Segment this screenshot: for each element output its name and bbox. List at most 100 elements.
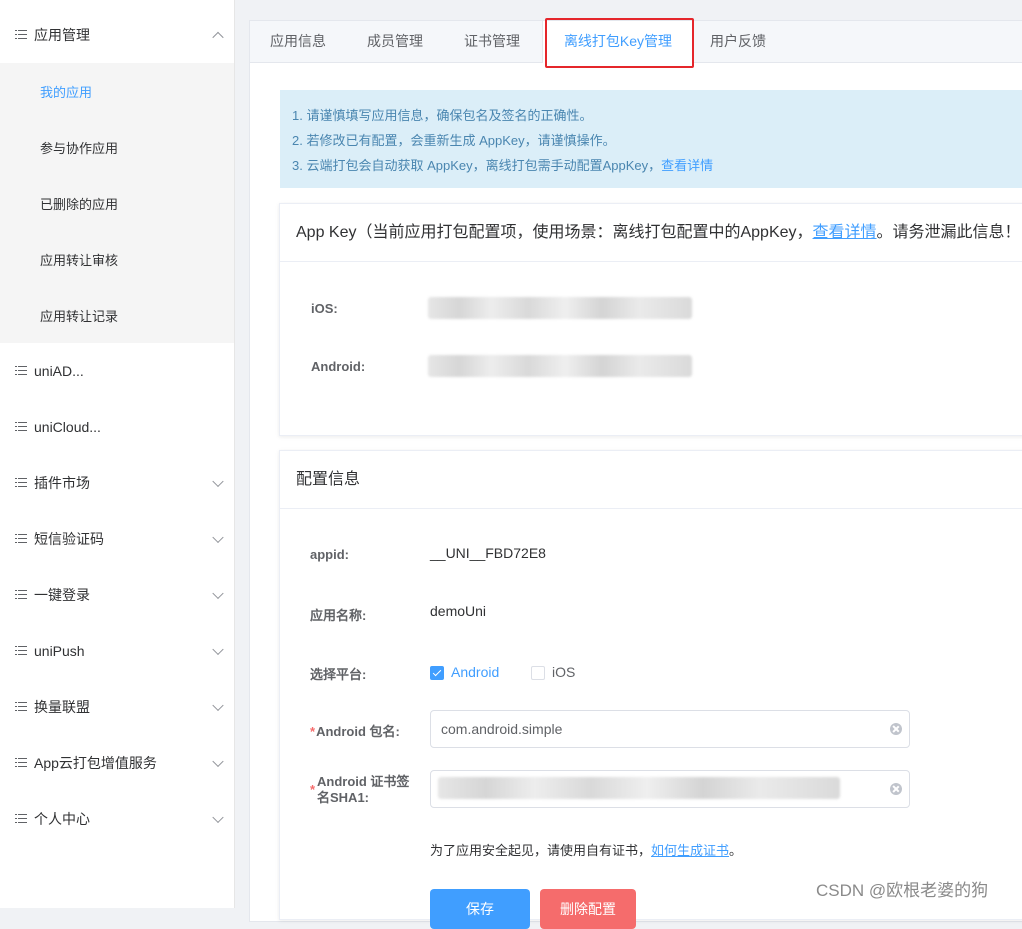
menu-plugin-market[interactable]: 插件市场 <box>0 455 234 511</box>
appid-value: __UNI__FBD72E8 <box>430 545 546 561</box>
menu-list-icon <box>15 646 27 656</box>
menu-list-icon <box>15 702 27 712</box>
watermark: CSDN @欧根老婆的狗 <box>816 881 989 900</box>
ios-key-label: iOS: <box>311 301 338 316</box>
sidebar: 应用管理 我的应用 参与协作应用 已删除的应用 应用转让审核 应用转让记录 un… <box>0 0 235 908</box>
appkey-title-suffix: 。请务泄漏此信息！ <box>876 224 1021 241</box>
menu-label: App云打包增值服务 <box>34 755 157 771</box>
chevron-down-icon <box>212 475 224 488</box>
package-label-text: Android 包名: <box>316 724 400 739</box>
tab-members[interactable]: 成员管理 <box>367 21 423 62</box>
menu-cloud-build-services[interactable]: App云打包增值服务 <box>0 735 234 791</box>
appid-label: appid: <box>310 547 349 562</box>
package-name-input[interactable]: com.android.simple <box>430 710 910 748</box>
platform-label: 选择平台: <box>310 667 367 682</box>
menu-label: 短信验证码 <box>34 531 104 547</box>
ios-checkbox-label[interactable]: iOS <box>552 664 575 680</box>
menu-unipush[interactable]: uniPush <box>0 623 234 679</box>
submenu-label: 已删除的应用 <box>40 196 119 212</box>
app-submenu: 我的应用 参与协作应用 已删除的应用 应用转让审核 应用转让记录 <box>0 63 234 343</box>
menu-traffic-alliance[interactable]: 换量联盟 <box>0 679 234 735</box>
menu-label: 换量联盟 <box>34 699 90 715</box>
android-key-label: Android: <box>311 359 366 374</box>
chevron-down-icon <box>212 699 224 712</box>
app-name-label: 应用名称: <box>310 608 367 623</box>
appkey-details-link[interactable]: 查看详情 <box>813 224 877 241</box>
menu-list-icon <box>15 422 27 432</box>
delete-config-button[interactable]: 删除配置 <box>540 889 636 929</box>
package-label: *Android 包名: <box>310 721 400 740</box>
ios-key-redacted <box>428 297 692 319</box>
menu-label: uniCloud... <box>34 419 101 435</box>
appkey-title-text: App Key（当前应用打包配置项，使用场景：离线打包配置中的AppKey， <box>296 224 813 241</box>
submenu-label: 应用转让审核 <box>40 252 119 268</box>
menu-label: 一键登录 <box>34 587 90 603</box>
appkey-card: App Key（当前应用打包配置项，使用场景：离线打包配置中的AppKey，查看… <box>279 203 1022 436</box>
clear-icon[interactable] <box>890 783 902 795</box>
tab-app-info[interactable]: 应用信息 <box>270 21 326 62</box>
notice-line-1: 1. 请谨慎填写应用信息，确保包名及签名的正确性。 <box>292 108 593 123</box>
notice-details-link[interactable]: 查看详情 <box>661 158 713 173</box>
tab-feedback[interactable]: 用户反馈 <box>710 21 766 62</box>
menu-uniad[interactable]: uniAD... <box>0 343 234 399</box>
generate-cert-link[interactable]: 如何生成证书 <box>651 843 729 858</box>
menu-sms-code[interactable]: 短信验证码 <box>0 511 234 567</box>
android-checkbox[interactable] <box>430 666 444 680</box>
chevron-down-icon <box>212 587 224 600</box>
menu-one-click-login[interactable]: 一键登录 <box>0 567 234 623</box>
submenu-my-apps[interactable]: 我的应用 <box>0 63 234 119</box>
menu-personal-center[interactable]: 个人中心 <box>0 791 234 847</box>
menu-label: uniAD... <box>34 363 84 379</box>
menu-list-icon <box>15 366 27 376</box>
certificate-hint: 为了应用安全起见，请使用自有证书，如何生成证书。 <box>430 840 742 859</box>
app-name-value: demoUni <box>430 603 487 619</box>
notice-line-3: 3. 云端打包会自动获取 AppKey，离线打包需手动配置AppKey，查看详情 <box>292 155 713 174</box>
chevron-down-icon <box>212 755 224 768</box>
required-mark: * <box>310 724 316 739</box>
submenu-deleted-apps[interactable]: 已删除的应用 <box>0 175 234 231</box>
submenu-collab-apps[interactable]: 参与协作应用 <box>0 119 234 175</box>
menu-app-management[interactable]: 应用管理 <box>0 7 234 63</box>
clear-icon[interactable] <box>890 723 902 735</box>
submenu-label: 我的应用 <box>40 84 93 100</box>
sha1-label: * Android 证书签 名SHA1: <box>310 774 409 806</box>
chevron-down-icon <box>212 643 224 656</box>
menu-label: 个人中心 <box>34 811 90 827</box>
chevron-up-icon <box>212 31 224 44</box>
menu-list-icon <box>15 814 27 824</box>
tab-certificates[interactable]: 证书管理 <box>464 21 520 62</box>
menu-label: 插件市场 <box>34 475 90 491</box>
hint-text: 为了应用安全起见，请使用自有证书， <box>430 843 652 858</box>
highlight-box <box>545 18 694 68</box>
menu-unicloud[interactable]: uniCloud... <box>0 399 234 455</box>
menu-label: 应用管理 <box>34 27 90 43</box>
card-header: 配置信息 <box>280 451 1022 509</box>
save-button[interactable]: 保存 <box>430 889 530 929</box>
sha1-label-line-1: Android 证书签 <box>317 774 410 789</box>
submenu-transfer-review[interactable]: 应用转让审核 <box>0 231 234 287</box>
card-header: App Key（当前应用打包配置项，使用场景：离线打包配置中的AppKey，查看… <box>280 204 1022 262</box>
notice-line-2: 2. 若修改已有配置，会重新生成 AppKey，请谨慎操作。 <box>292 133 616 148</box>
notice-box: 1. 请谨慎填写应用信息，确保包名及签名的正确性。 2. 若修改已有配置，会重新… <box>280 90 1022 188</box>
required-mark: * <box>310 782 316 797</box>
menu-list-icon <box>15 758 27 768</box>
submenu-transfer-records[interactable]: 应用转让记录 <box>0 287 234 343</box>
menu-list-icon <box>15 478 27 488</box>
config-card-title: 配置信息 <box>296 471 361 488</box>
android-checkbox-label[interactable]: Android <box>451 664 499 680</box>
menu-label: uniPush <box>34 643 85 659</box>
android-key-redacted <box>428 355 692 377</box>
menu-list-icon <box>15 30 27 40</box>
submenu-label: 应用转让记录 <box>40 308 119 324</box>
hint-suffix: 。 <box>729 843 743 858</box>
notice-line-3-text: 3. 云端打包会自动获取 AppKey，离线打包需手动配置AppKey， <box>292 158 662 173</box>
appkey-card-title: App Key（当前应用打包配置项，使用场景：离线打包配置中的AppKey，查看… <box>296 204 1021 261</box>
menu-list-icon <box>15 534 27 544</box>
submenu-label: 参与协作应用 <box>40 140 119 156</box>
menu-list-icon <box>15 590 27 600</box>
sha1-label-line-2: 名SHA1: <box>317 790 370 805</box>
chevron-down-icon <box>212 811 224 824</box>
sha1-redacted <box>438 777 840 799</box>
package-name-value: com.android.simple <box>441 721 563 737</box>
ios-checkbox[interactable] <box>531 666 545 680</box>
